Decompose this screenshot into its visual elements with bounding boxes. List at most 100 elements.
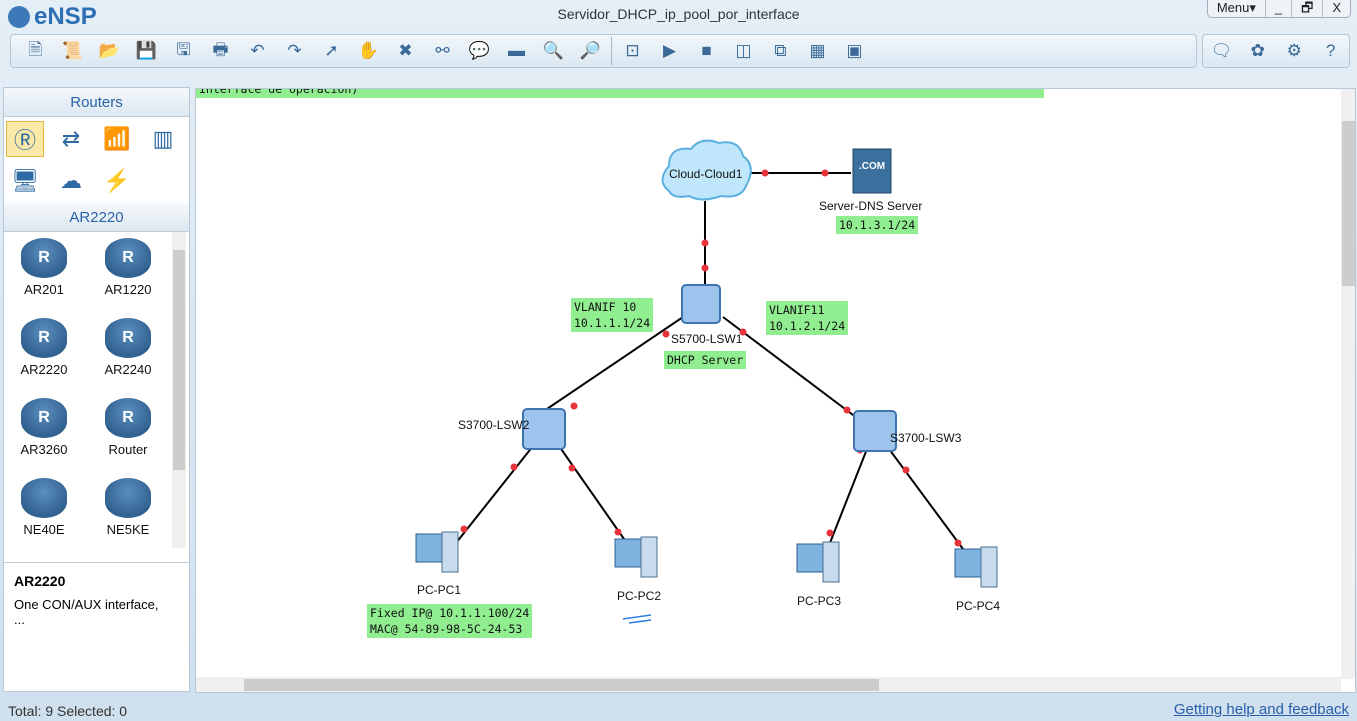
category-cloud-icon[interactable]: ☁ — [52, 163, 90, 199]
top-note-label: Interface de operación) — [196, 89, 1044, 98]
dhcp-server-label: DHCP Server — [664, 351, 747, 369]
undo-icon[interactable]: ↶ — [239, 37, 276, 65]
capture-icon[interactable]: ◫ — [725, 37, 762, 65]
restore-button[interactable]: 🗗 — [1291, 0, 1322, 17]
help-feedback-link[interactable]: Getting help and feedback — [1174, 701, 1349, 718]
window-title: Servidor_DHCP_ip_pool_por_interface — [557, 6, 800, 22]
toolbar: 🗎 📜 📂 💾 🖫 🖶 ↶ ↷ ➚ ✋ ✖ ⚯ 💬 ▬ 🔍 🔎 ⊡ ▶ ■ ◫ ⧉ ▦ ▣ — [10, 34, 1197, 68]
category-title: Routers — [4, 88, 189, 117]
port-dot — [662, 330, 670, 338]
port-dot — [614, 528, 622, 536]
delete-icon[interactable]: ✖ — [387, 37, 424, 65]
pan-hand-icon[interactable]: ✋ — [350, 37, 387, 65]
router-icon: R — [21, 238, 67, 278]
device-ar1220[interactable]: R AR1220 — [93, 238, 163, 297]
status-text: Total: 9 Selected: 0 — [8, 703, 128, 719]
device-label: NE5KE — [106, 522, 150, 537]
category-wireless-icon[interactable]: 📶 — [98, 121, 136, 157]
router-icon — [21, 478, 67, 518]
node-lsw2-name: S3700-LSW2 — [458, 418, 530, 432]
pc-tower-icon — [822, 541, 840, 583]
pc-tower-icon — [980, 546, 998, 588]
device-ar2220[interactable]: R AR2220 — [9, 318, 79, 377]
minimize-button[interactable]: _ — [1264, 0, 1291, 17]
device-list-scrollbar[interactable] — [172, 232, 186, 548]
pc1-ip-label: Fixed IP@ 10.1.1.100/24 MAC@ 54-89-98-5C… — [367, 604, 533, 638]
link-line — [825, 448, 868, 554]
core-switch-icon — [681, 284, 721, 324]
router-icon: R — [105, 318, 151, 358]
cli-icon[interactable]: ▣ — [836, 37, 873, 65]
settings-gear-icon[interactable]: ⚙ — [1279, 37, 1309, 65]
node-cloud-name: Cloud-Cloud1 — [669, 167, 743, 181]
topology-canvas[interactable]: .COM Interface de operación) Cloud-Cloud… — [195, 88, 1356, 693]
node-pc4-name: PC-PC4 — [956, 599, 1001, 613]
feedback-icon[interactable]: 🗨 — [1206, 37, 1236, 65]
zoom-in-icon[interactable]: 🔍 — [535, 37, 572, 65]
device-router[interactable]: R Router — [93, 398, 163, 457]
open-icon[interactable]: 📂 — [91, 37, 128, 65]
rectangle-icon[interactable]: ▬ — [498, 37, 535, 65]
router-icon: R — [21, 398, 67, 438]
category-firewall-icon[interactable]: ▥ — [144, 121, 182, 157]
vlanif11-label: VLANIF11 10.1.2.1/24 — [766, 301, 849, 335]
model-title: AR2220 — [4, 203, 189, 232]
device-ne40e[interactable]: NE40E — [9, 478, 79, 537]
device-ar2240[interactable]: R AR2240 — [93, 318, 163, 377]
device-label: AR2220 — [20, 362, 68, 377]
canvas-horizontal-scrollbar[interactable] — [196, 677, 1341, 692]
text-note-icon[interactable]: 💬 — [461, 37, 498, 65]
node-pc3-name: PC-PC3 — [797, 594, 842, 608]
link-line — [888, 448, 967, 554]
category-power-icon[interactable]: ⚡ — [98, 163, 136, 199]
start-icon[interactable]: ▶ — [651, 37, 688, 65]
description-more: ... — [14, 612, 25, 627]
vlanif10-label: VLANIF 10 10.1.1.1/24 — [571, 298, 654, 332]
port-dot — [843, 406, 851, 414]
topology-icon[interactable]: ⧉ — [762, 37, 799, 65]
category-switch-icon[interactable]: ⇄ — [52, 121, 90, 157]
device-ne5ke[interactable]: NE5KE — [93, 478, 163, 537]
router-icon: R — [105, 398, 151, 438]
device-label: AR3260 — [20, 442, 68, 457]
device-list: R AR201 R AR1220 R AR2220 R AR2240 R AR3260 R Route… — [4, 232, 189, 552]
node-server-name: Server-DNS Server — [819, 199, 923, 213]
pen-stroke — [622, 614, 652, 624]
server-com-text: .COM — [859, 161, 885, 172]
save-icon[interactable]: 💾 — [128, 37, 165, 65]
save-as-icon[interactable]: 🖫 — [165, 37, 202, 65]
huawei-icon[interactable]: ✿ — [1243, 37, 1273, 65]
pc-tower-icon — [640, 536, 658, 578]
device-ar201[interactable]: R AR201 — [9, 238, 79, 297]
new-topology-icon[interactable]: 🗎 — [17, 37, 54, 65]
redo-icon[interactable]: ↷ — [276, 37, 313, 65]
zoom-out-icon[interactable]: 🔎 — [572, 37, 609, 65]
canvas-vertical-scrollbar[interactable] — [1341, 89, 1355, 679]
fit-icon[interactable]: ⊡ — [614, 37, 651, 65]
port-dot — [902, 466, 910, 474]
router-icon: R — [105, 238, 151, 278]
category-pc-icon[interactable]: 🖥 — [6, 163, 44, 199]
print-icon[interactable]: 🖶 — [202, 37, 239, 65]
description-text: One CON/AUX interface, — [14, 597, 159, 612]
device-description: AR2220 One CON/AUX interface, ... — [4, 562, 189, 637]
stop-icon[interactable]: ■ — [688, 37, 725, 65]
select-icon[interactable]: ➚ — [313, 37, 350, 65]
grid-icon[interactable]: ▦ — [799, 37, 836, 65]
router-icon — [105, 478, 151, 518]
device-sidebar: Routers Ⓡ ⇄ 📶 ▥ 🖥 ☁ ⚡ AR2220 R AR201 R AR1220 R AR2… — [3, 87, 190, 692]
port-dot — [821, 169, 829, 177]
node-lsw3-name: S3700-LSW3 — [890, 431, 962, 445]
port-dot — [510, 463, 518, 471]
delete-link-icon[interactable]: ⚯ — [424, 37, 461, 65]
port-dot — [701, 239, 709, 247]
close-button[interactable]: X — [1322, 0, 1350, 17]
device-ar3260[interactable]: R AR3260 — [9, 398, 79, 457]
device-label: AR1220 — [104, 282, 152, 297]
category-router-icon[interactable]: Ⓡ — [6, 121, 44, 157]
menu-button[interactable]: Menu▾ — [1208, 0, 1265, 17]
help-icon[interactable]: ? — [1316, 37, 1346, 65]
device-label: Router — [108, 442, 148, 457]
new-script-icon[interactable]: 📜 — [54, 37, 91, 65]
port-dot — [568, 464, 576, 472]
